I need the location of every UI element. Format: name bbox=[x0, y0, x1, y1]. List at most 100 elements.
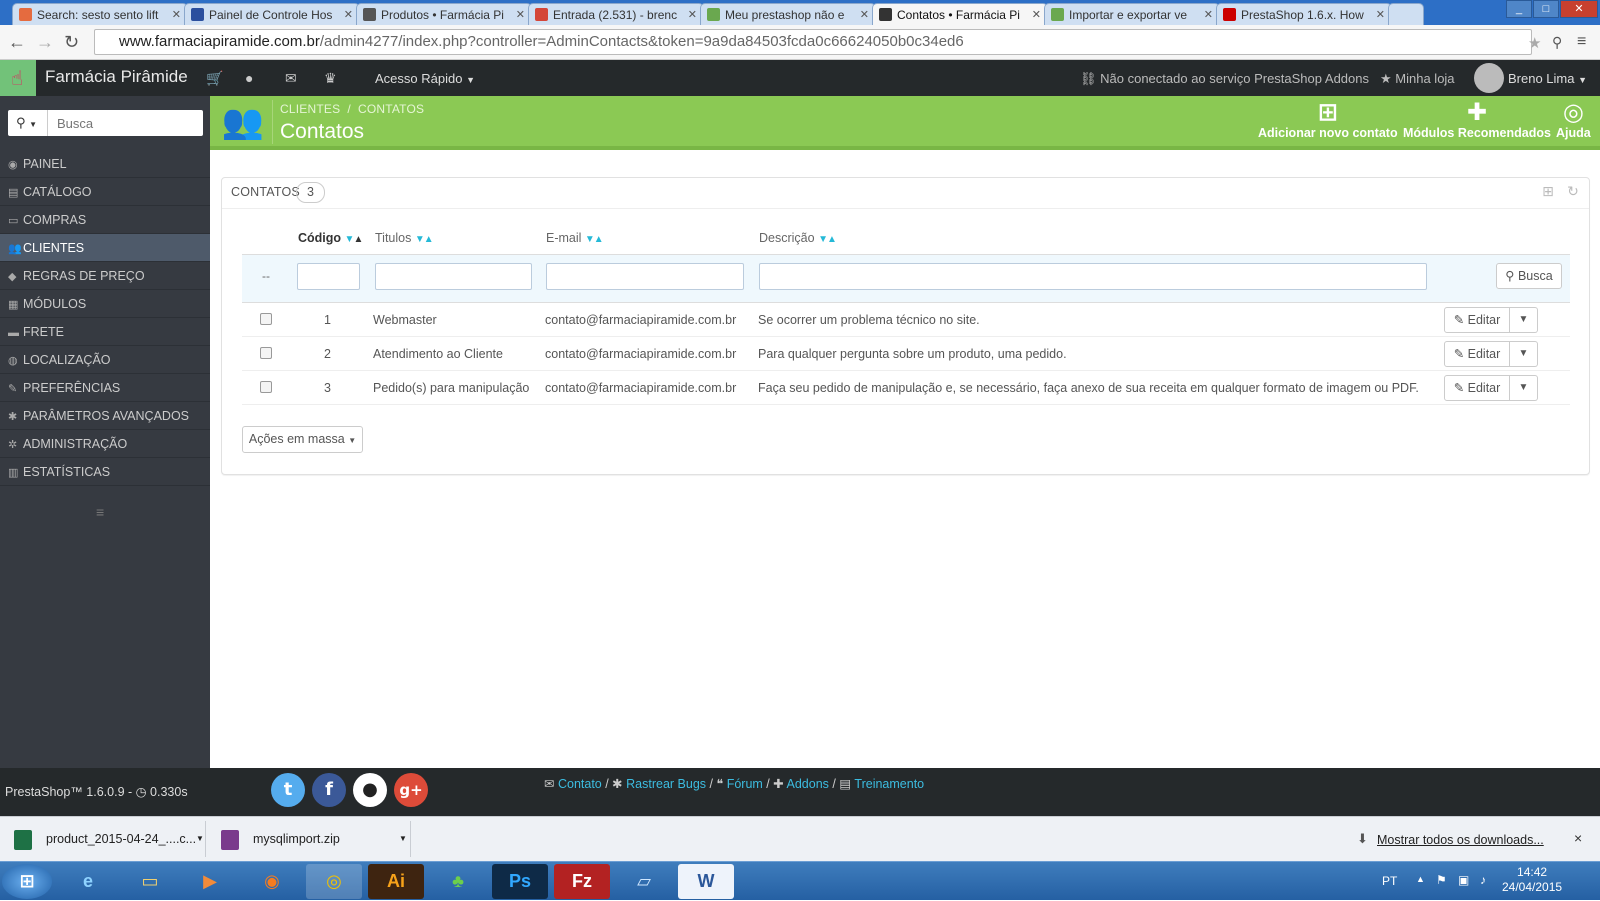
close-tab-icon[interactable]: ✕ bbox=[344, 8, 353, 21]
sort-icon[interactable]: ▼▲ bbox=[585, 234, 604, 245]
table-row[interactable]: 2 Atendimento ao Cliente contato@farmaciap… bbox=[242, 337, 1570, 371]
download-item[interactable]: mysqlimport.zip ▼ bbox=[211, 821, 411, 857]
browser-tab[interactable]: Produtos • Farmácia Pi ✕ bbox=[356, 3, 532, 25]
caret-down-icon[interactable]: ▼ bbox=[196, 821, 204, 857]
file-explorer-icon[interactable]: ▭ bbox=[122, 864, 178, 899]
edit-button[interactable]: ✎ Editar bbox=[1444, 341, 1510, 367]
row-actions-dropdown[interactable]: ▼ bbox=[1510, 375, 1538, 401]
user-menu[interactable]: Breno Lima ▼ bbox=[1508, 71, 1587, 86]
facebook-icon[interactable]: f bbox=[312, 773, 346, 807]
edit-button[interactable]: ✎ Editar bbox=[1444, 307, 1510, 333]
minimize-icon[interactable]: _ bbox=[1506, 0, 1532, 18]
edit-button[interactable]: ✎ Editar bbox=[1444, 375, 1510, 401]
language-indicator[interactable]: PT bbox=[1382, 874, 1397, 888]
forward-icon[interactable]: → bbox=[36, 32, 54, 53]
cart-icon[interactable]: 🛒 bbox=[206, 70, 223, 87]
footer-link-treinamento[interactable]: Treinamento bbox=[854, 777, 924, 791]
close-tab-icon[interactable]: ✕ bbox=[516, 8, 525, 21]
url-field[interactable]: www.farmaciapiramide.com.br/admin4277/in… bbox=[94, 29, 1532, 55]
show-all-downloads-link[interactable]: Mostrar todos os downloads... bbox=[1377, 833, 1544, 847]
recommended-modules-button[interactable]: ✚ Módulos Recomendados bbox=[1403, 100, 1551, 141]
refresh-icon[interactable]: ↻ bbox=[1564, 183, 1582, 201]
browser-tab[interactable]: Painel de Controle Hos ✕ bbox=[184, 3, 360, 25]
add-contact-button[interactable]: ⊞ Adicionar novo contato bbox=[1258, 100, 1398, 141]
breadcrumb-clientes[interactable]: CLIENTES bbox=[280, 102, 340, 116]
github-icon[interactable]: ● bbox=[353, 773, 387, 807]
firefox-icon[interactable]: ◉ bbox=[244, 864, 300, 899]
filter-search-button[interactable]: ⚲ Busca bbox=[1496, 263, 1562, 289]
row-actions-dropdown[interactable]: ▼ bbox=[1510, 341, 1538, 367]
footer-link-contato[interactable]: Contato bbox=[558, 777, 602, 791]
add-new-icon[interactable]: ⊞ bbox=[1539, 183, 1557, 201]
search-type-button[interactable]: ⚲ ▼ bbox=[8, 110, 48, 136]
row-actions-dropdown[interactable]: ▼ bbox=[1510, 307, 1538, 333]
envelope-icon[interactable]: ✉ bbox=[285, 70, 297, 87]
bookmark-star-icon[interactable]: ★ bbox=[1528, 34, 1541, 52]
volume-icon[interactable]: ♪ bbox=[1480, 873, 1486, 887]
sidebar-item-administra-o[interactable]: ✲ ADMINISTRAÇÃO bbox=[0, 430, 210, 458]
addons-status[interactable]: ⛓ Não conectado ao serviço PrestaShop Ad… bbox=[1080, 71, 1369, 87]
row-checkbox[interactable] bbox=[260, 381, 272, 393]
filter-description-input[interactable] bbox=[759, 263, 1427, 290]
sidebar-item-m-dulos[interactable]: ▦ MÓDULOS bbox=[0, 290, 210, 318]
search-input[interactable] bbox=[49, 110, 199, 136]
sidebar-item-cat-logo[interactable]: ▤ CATÁLOGO bbox=[0, 178, 210, 206]
filter-title-input[interactable] bbox=[375, 263, 532, 290]
column-header-description[interactable]: Descrição ▼▲ bbox=[759, 231, 837, 245]
browser-tab[interactable]: Importar e exportar ve ✕ bbox=[1044, 3, 1220, 25]
flag-icon[interactable]: ⚑ bbox=[1436, 873, 1447, 887]
row-checkbox[interactable] bbox=[260, 313, 272, 325]
sidebar-item-prefer-ncias[interactable]: ✎ PREFERÊNCIAS bbox=[0, 374, 210, 402]
word-icon[interactable]: W bbox=[678, 864, 734, 899]
sort-icon[interactable]: ▼▲ bbox=[415, 234, 434, 245]
extension-icon[interactable]: ⚲ bbox=[1552, 34, 1562, 51]
help-button[interactable]: ◎ Ajuda bbox=[1556, 100, 1591, 141]
sidebar-item-compras[interactable]: ▭ COMPRAS bbox=[0, 206, 210, 234]
shop-name[interactable]: Farmácia Pirâmide bbox=[45, 67, 188, 87]
notepad-icon[interactable]: ▱ bbox=[616, 864, 672, 899]
row-checkbox[interactable] bbox=[260, 347, 272, 359]
illustrator-icon[interactable]: Ai bbox=[368, 864, 424, 899]
new-tab-button[interactable] bbox=[1388, 3, 1424, 25]
close-tab-icon[interactable]: ✕ bbox=[1204, 8, 1213, 21]
quick-access-dropdown[interactable]: Acesso Rápido ▼ bbox=[375, 71, 475, 86]
filezilla-icon[interactable]: Fz bbox=[554, 864, 610, 899]
column-header-title[interactable]: Titulos ▼▲ bbox=[375, 231, 434, 245]
menu-icon[interactable]: ≡ bbox=[1577, 33, 1586, 51]
trophy-icon[interactable]: ♛ bbox=[324, 70, 337, 87]
filter-email-input[interactable] bbox=[546, 263, 744, 290]
footer-link-addons[interactable]: Addons bbox=[787, 777, 829, 791]
user-icon[interactable]: ● bbox=[245, 70, 253, 86]
avatar[interactable] bbox=[1474, 63, 1504, 93]
footer-link-forum[interactable]: Fórum bbox=[727, 777, 763, 791]
table-row[interactable]: 1 Webmaster contato@farmaciapiramide.com.b… bbox=[242, 303, 1570, 337]
prestashop-logo[interactable]: ☝ bbox=[0, 60, 36, 96]
close-downloads-icon[interactable]: × bbox=[1574, 830, 1582, 846]
network-icon[interactable]: ▣ bbox=[1458, 873, 1469, 887]
column-header-email[interactable]: E-mail ▼▲ bbox=[546, 231, 604, 245]
column-header-code[interactable]: Código ▼▲ bbox=[298, 231, 363, 245]
taskbar-clock[interactable]: 14:42 24/04/2015 bbox=[1502, 865, 1562, 895]
start-button[interactable]: ⊞ bbox=[2, 864, 52, 899]
back-icon[interactable]: ← bbox=[8, 32, 26, 53]
download-item[interactable]: product_2015-04-24_....c... ▼ bbox=[8, 821, 206, 857]
sidebar-item-par-metros-avan-ados[interactable]: ✱ PARÂMETROS AVANÇADOS bbox=[0, 402, 210, 430]
table-row[interactable]: 3 Pedido(s) para manipulação contato@farma… bbox=[242, 371, 1570, 405]
sidebar-item-estat-sticas[interactable]: ▥ ESTATÍSTICAS bbox=[0, 458, 210, 486]
sidebar-item-localiza-o[interactable]: ◍ LOCALIZAÇÃO bbox=[0, 346, 210, 374]
close-tab-icon[interactable]: ✕ bbox=[1376, 8, 1385, 21]
close-window-icon[interactable]: ✕ bbox=[1560, 0, 1598, 18]
twitter-icon[interactable]: t bbox=[271, 773, 305, 807]
clover-icon[interactable]: ♣ bbox=[430, 864, 486, 899]
sort-icon[interactable]: ▼▲ bbox=[818, 234, 837, 245]
show-hidden-icons-icon[interactable]: ▲ bbox=[1416, 874, 1425, 884]
browser-tab[interactable]: Contatos • Farmácia Pi ✕ bbox=[872, 3, 1048, 25]
reload-icon[interactable]: ↻ bbox=[64, 32, 79, 53]
sidebar-item-clientes[interactable]: 👥CLIENTES bbox=[0, 234, 210, 262]
chrome-icon[interactable]: ◎ bbox=[306, 864, 362, 899]
browser-tab[interactable]: Entrada (2.531) - brenc ✕ bbox=[528, 3, 704, 25]
close-tab-icon[interactable]: ✕ bbox=[688, 8, 697, 21]
close-tab-icon[interactable]: ✕ bbox=[860, 8, 869, 21]
browser-tab[interactable]: Meu prestashop não e ✕ bbox=[700, 3, 876, 25]
browser-tab[interactable]: Search: sesto sento lift ✕ bbox=[12, 3, 188, 25]
